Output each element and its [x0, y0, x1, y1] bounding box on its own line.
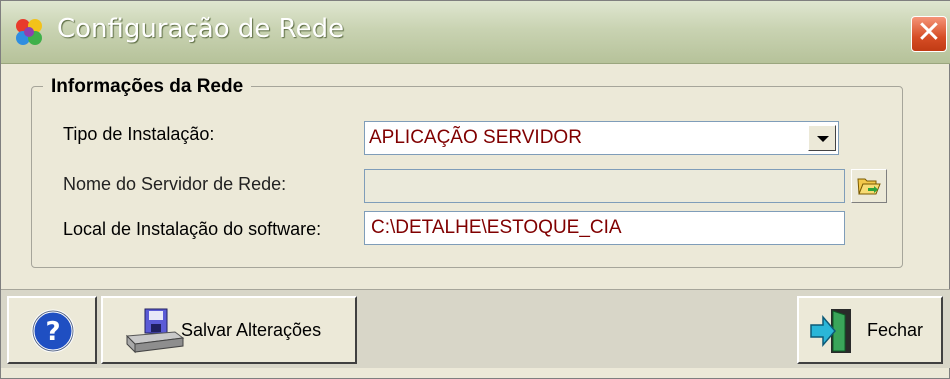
install-path-field[interactable] [364, 211, 845, 245]
server-name-label: Nome do Servidor de Rede: [63, 174, 287, 194]
install-path-input[interactable] [365, 212, 844, 244]
app-icon [16, 19, 42, 45]
exit-door-icon [810, 309, 851, 353]
save-disk-icon [125, 308, 185, 354]
network-config-window: Configuração de Rede ✕ Informações da Re… [0, 0, 950, 379]
save-changes-button[interactable]: Salvar Alterações [101, 296, 357, 364]
help-icon: ? [31, 309, 75, 353]
save-changes-label: Salvar Alterações [181, 320, 322, 340]
chevron-down-icon [817, 136, 829, 142]
help-symbol: ? [45, 317, 60, 347]
close-icon[interactable]: ✕ [911, 16, 947, 52]
title-bar[interactable]: Configuração de Rede ✕ [1, 1, 950, 64]
browse-folder-button[interactable] [851, 169, 887, 203]
install-type-value: APLICAÇÃO SERVIDOR [369, 127, 582, 148]
close-button-label: Fechar [867, 320, 924, 340]
help-button[interactable]: ? [7, 296, 97, 364]
window-title: Configuração de Rede [57, 14, 345, 44]
install-path-label: Local de Instalação do software: [63, 219, 322, 239]
folder-open-icon [857, 178, 881, 195]
install-type-select[interactable]: APLICAÇÃO SERVIDOR [364, 121, 839, 155]
dropdown-button[interactable] [808, 125, 836, 151]
server-name-field[interactable] [364, 169, 845, 203]
server-name-input[interactable] [365, 170, 844, 202]
bottom-toolbar: ? Salvar Alterações Fechar [1, 289, 950, 368]
install-type-label: Tipo de Instalação: [63, 124, 215, 144]
close-button[interactable]: Fechar [797, 296, 943, 364]
group-title: Informações da Rede [43, 76, 252, 98]
